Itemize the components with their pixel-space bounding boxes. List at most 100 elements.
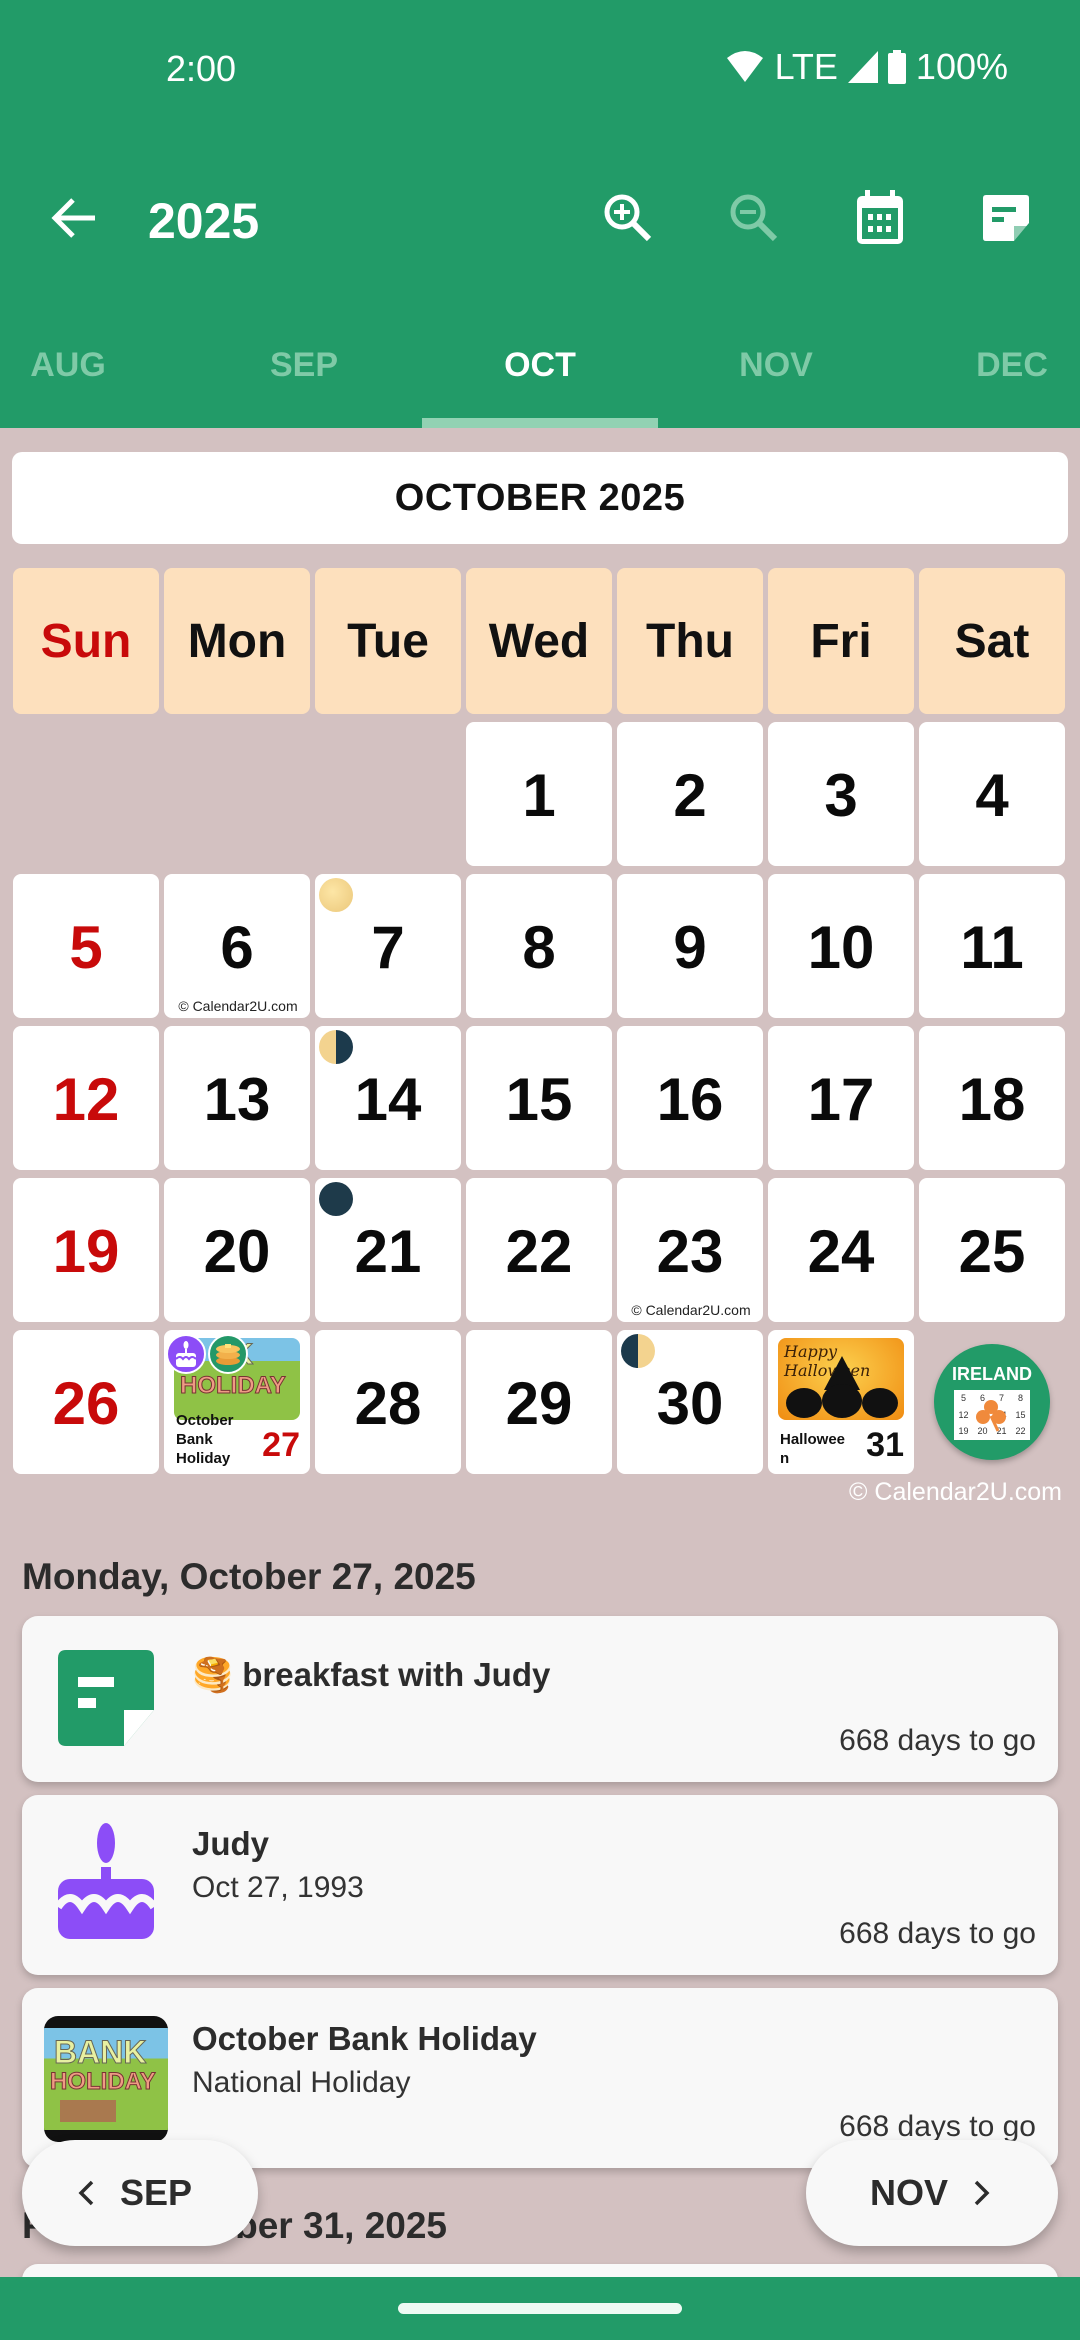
- home-indicator[interactable]: [398, 2303, 682, 2314]
- next-month-label: NOV: [870, 2172, 949, 2213]
- day-cell-13[interactable]: 13: [164, 1026, 310, 1170]
- day-cell-3[interactable]: 3: [768, 722, 914, 866]
- event-title: October Bank Holiday: [192, 2020, 537, 2057]
- pancake-badge: [208, 1334, 248, 1374]
- day-number: 30: [656, 1370, 724, 1437]
- weekday-tue: Tue: [315, 568, 461, 714]
- day-cell-19[interactable]: 19: [13, 1178, 159, 1322]
- chevron-left-icon: [78, 2180, 94, 2206]
- prev-month-label: SEP: [120, 2172, 193, 2213]
- day-number: 12: [52, 1066, 120, 1133]
- country-label: IRELAND: [952, 1364, 1032, 1384]
- day-number: 19: [52, 1218, 120, 1285]
- day-cell-22[interactable]: 22: [466, 1178, 612, 1322]
- day-cell-7[interactable]: 7: [315, 874, 461, 1018]
- day-cell-25[interactable]: 25: [919, 1178, 1065, 1322]
- tab-oct[interactable]: OCT: [422, 340, 658, 428]
- halloween-image: Happy Halloween: [778, 1338, 904, 1420]
- day-cell-10[interactable]: 10: [768, 874, 914, 1018]
- zoom-in-icon: [604, 194, 652, 242]
- event-title: Judy: [192, 1825, 270, 1862]
- day-number: 9: [673, 914, 707, 981]
- note-icon: [58, 1650, 154, 1746]
- day-cell-23[interactable]: 23 © Calendar2U.com: [617, 1178, 763, 1322]
- arrow-left-icon: [51, 198, 95, 238]
- birthday-cake-icon: [175, 1341, 197, 1367]
- zoom-in-button[interactable]: [596, 186, 660, 250]
- birthday-badge: [166, 1334, 206, 1374]
- shamrock-icon: [976, 1400, 1006, 1432]
- mini-day: 22: [1015, 1426, 1026, 1437]
- day-cell-6[interactable]: 6 © Calendar2U.com: [164, 874, 310, 1018]
- watermark-text: © Calendar2U.com: [178, 998, 298, 1014]
- day-number: 29: [505, 1370, 573, 1437]
- day-number: 23: [656, 1218, 724, 1285]
- day-number: 4: [975, 762, 1009, 829]
- birthday-cake-icon: [58, 1823, 154, 1939]
- day-cell-4[interactable]: 4: [919, 722, 1065, 866]
- event-subtitle: Oct 27, 1993: [192, 1871, 364, 1904]
- day-cell-31[interactable]: Happy Halloween Hallowee n 31: [768, 1330, 914, 1474]
- mini-day: 8: [1017, 1393, 1023, 1403]
- wifi-icon: [726, 51, 763, 82]
- day-cell-9[interactable]: 9: [617, 874, 763, 1018]
- month-title: OCTOBER 2025: [12, 452, 1068, 544]
- event-card-birthday[interactable]: Judy Oct 27, 1993 668 days to go: [22, 1795, 1058, 1975]
- month-tabs: AUG SEP OCT NOV DEC: [0, 340, 1080, 428]
- day-event-label: October Bank Holiday: [176, 1412, 234, 1467]
- zoom-out-button[interactable]: [722, 186, 786, 250]
- day-cell-16[interactable]: 16: [617, 1026, 763, 1170]
- prev-month-button[interactable]: SEP: [22, 2140, 258, 2246]
- moon-full-icon: [319, 878, 353, 912]
- day-cell-5[interactable]: 5: [13, 874, 159, 1018]
- day-cell-8[interactable]: 8: [466, 874, 612, 1018]
- day-cell-17[interactable]: 17: [768, 1026, 914, 1170]
- day-number: 10: [807, 914, 875, 981]
- day-cell-24[interactable]: 24: [768, 1178, 914, 1322]
- day-number: 21: [354, 1218, 422, 1285]
- next-month-button[interactable]: NOV: [806, 2140, 1058, 2246]
- back-button[interactable]: [46, 190, 102, 246]
- day-number: 31: [866, 1426, 904, 1464]
- day-cell-30[interactable]: 30: [617, 1330, 763, 1474]
- tab-nov[interactable]: NOV: [658, 340, 894, 428]
- day-number: 3: [824, 762, 858, 829]
- day-cell-18[interactable]: 18: [919, 1026, 1065, 1170]
- signal-icon: [847, 51, 878, 83]
- moon-last-quarter-icon: [319, 1030, 353, 1064]
- weekday-thu: Thu: [617, 568, 763, 714]
- tab-sep[interactable]: SEP: [186, 340, 422, 428]
- calendar-button[interactable]: [848, 186, 912, 250]
- day-number: 22: [505, 1218, 573, 1285]
- day-cell-29[interactable]: 29: [466, 1330, 612, 1474]
- day-cell-20[interactable]: 20: [164, 1178, 310, 1322]
- day-number: 24: [807, 1218, 875, 1285]
- day-cell-1[interactable]: 1: [466, 722, 612, 866]
- day-cell-15[interactable]: 15: [466, 1026, 612, 1170]
- pancake-icon: [216, 1344, 240, 1365]
- tab-dec[interactable]: DEC: [894, 340, 1080, 428]
- status-time: 2:00: [166, 48, 237, 89]
- mini-day: 15: [1015, 1409, 1026, 1420]
- battery-level: 100%: [915, 46, 1008, 87]
- day-cell-21[interactable]: 21: [315, 1178, 461, 1322]
- day-cell-27[interactable]: NKHOLIDAY OctoberBankHoliday 27: [164, 1330, 310, 1474]
- notes-button[interactable]: [974, 186, 1038, 250]
- event-countdown: 668 days to go: [839, 1724, 1036, 1757]
- day-number: 11: [960, 914, 1024, 981]
- tab-aug[interactable]: AUG: [0, 340, 186, 428]
- day-number: 14: [354, 1066, 422, 1133]
- country-ireland-button[interactable]: IRELAND 56781213141519202122: [934, 1344, 1050, 1460]
- weekday-sun: Sun: [13, 568, 159, 714]
- event-card-breakfast[interactable]: 🥞 breakfast with Judy 668 days to go: [22, 1616, 1058, 1782]
- day-cell-28[interactable]: 28: [315, 1330, 461, 1474]
- day-cell-11[interactable]: 11: [919, 874, 1065, 1018]
- network-type: LTE: [774, 46, 838, 87]
- day-cell-2[interactable]: 2: [617, 722, 763, 866]
- day-cell-14[interactable]: 14: [315, 1026, 461, 1170]
- day-cell-26[interactable]: 26: [13, 1330, 159, 1474]
- mini-day: 19: [958, 1426, 969, 1437]
- app-bar: 2:00 LTE 100% 2025 AUG SEP OCT NOV DEC: [0, 0, 1080, 428]
- day-cell-12[interactable]: 12: [13, 1026, 159, 1170]
- mini-day: 5: [960, 1393, 966, 1403]
